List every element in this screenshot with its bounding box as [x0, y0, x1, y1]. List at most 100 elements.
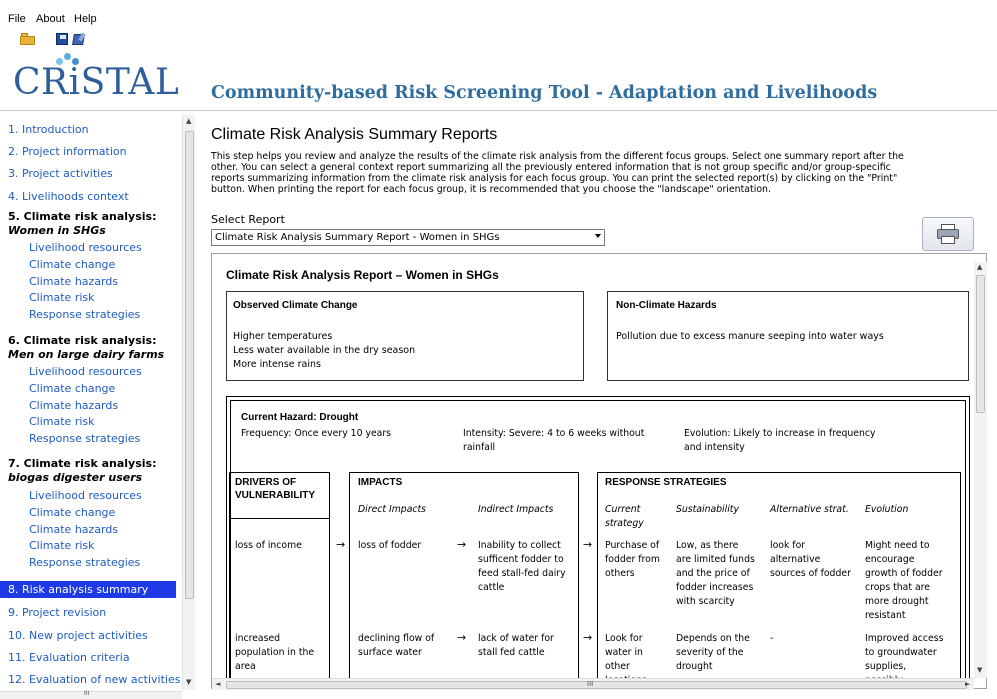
- sidebar-nav: 1. Introduction 2. Project information 3…: [0, 115, 196, 690]
- hazard-intensity-1: Intensity: Severe: 4 to 6 weeks without: [463, 428, 645, 439]
- row2-driver: increased population in the area: [235, 632, 314, 674]
- report-vertical-scrollbar[interactable]: ▲ ▼: [974, 262, 987, 678]
- observed-list: Higher temperatures Less water available…: [233, 330, 415, 372]
- scroll-up-icon[interactable]: ▲: [186, 117, 191, 125]
- nav-6-response-strategies[interactable]: Response strategies: [29, 432, 140, 445]
- nav-7-climate-change[interactable]: Climate change: [29, 506, 115, 519]
- nav-group-7-title[interactable]: 7. Climate risk analysis:: [8, 457, 156, 471]
- evolution-header: Evolution: [865, 504, 909, 515]
- cell-line: with scarcity: [676, 596, 735, 607]
- cell-line: more drought: [865, 596, 929, 607]
- nav-7-climate-risk[interactable]: Climate risk: [29, 539, 95, 552]
- report-vscroll-thumb[interactable]: [976, 275, 985, 413]
- print-button[interactable]: [922, 217, 974, 251]
- cell-line: look for: [770, 540, 806, 551]
- report-hscroll-thumb[interactable]: [226, 681, 967, 689]
- scroll-up-icon[interactable]: ▲: [977, 263, 982, 271]
- sidebar-hscrollbar[interactable]: III: [0, 690, 182, 699]
- save-as-icon[interactable]: [72, 32, 89, 46]
- nav-5-climate-change[interactable]: Climate change: [29, 258, 115, 271]
- cell-line: feed stall-fed dairy: [478, 568, 566, 579]
- cell-line: Might need to: [865, 540, 930, 551]
- report-hscroll-grip: III: [587, 680, 594, 688]
- nav-group-7-subtitle: biogas digester users: [8, 471, 143, 484]
- responses-header: RESPONSE STRATEGIES: [605, 477, 727, 488]
- nav-5-climate-risk[interactable]: Climate risk: [29, 291, 95, 304]
- app-logo: CRiSTAL: [13, 62, 180, 103]
- sidebar-scrollbar[interactable]: ▲ ▼: [182, 115, 195, 690]
- observed-item: More intense rains: [233, 359, 321, 370]
- nav-new-project-activities[interactable]: 10. New project activities: [8, 629, 148, 642]
- nav-5-climate-hazards[interactable]: Climate hazards: [29, 275, 118, 288]
- scroll-right-icon[interactable]: ►: [965, 680, 970, 688]
- sidebar-scroll-thumb[interactable]: [185, 131, 194, 599]
- arrow-icon: →: [457, 538, 467, 551]
- observed-item: Less water available in the dry season: [233, 345, 416, 356]
- cell-line: resistant: [865, 610, 906, 621]
- report-horizontal-scrollbar[interactable]: ◄ III ►: [212, 678, 974, 690]
- cell-line: Look for: [605, 633, 643, 644]
- nav-5-livelihood-resources[interactable]: Livelihood resources: [29, 241, 142, 254]
- menu-file[interactable]: File: [8, 13, 26, 25]
- intro-line: This step helps you review and analyze t…: [211, 151, 904, 162]
- nav-project-revision[interactable]: 9. Project revision: [8, 606, 106, 619]
- cell-line: others: [605, 568, 635, 579]
- hazard-evolution-2: and intensity: [684, 442, 745, 453]
- hazard-title: Current Hazard: Drought: [241, 412, 359, 423]
- scroll-down-icon[interactable]: ▼: [186, 678, 191, 686]
- hazard-frequency: Frequency: Once every 10 years: [241, 428, 392, 439]
- arrow-icon: →: [457, 631, 467, 644]
- chevron-down-icon: [595, 234, 601, 238]
- row1-driver: loss of income: [235, 540, 302, 551]
- non-climate-title: Non-Climate Hazards: [616, 300, 717, 311]
- nav-6-climate-change[interactable]: Climate change: [29, 382, 115, 395]
- cell-line: stall fed cattle: [478, 647, 545, 658]
- row1-current: Purchase of fodder from others: [605, 539, 660, 581]
- nav-6-livelihood-resources[interactable]: Livelihood resources: [29, 365, 142, 378]
- row2-indirect: lack of water for stall fed cattle: [478, 632, 554, 660]
- cell-line: declining flow of: [358, 633, 435, 644]
- nav-7-climate-hazards[interactable]: Climate hazards: [29, 523, 118, 536]
- save-icon[interactable]: [56, 33, 72, 46]
- nav-livelihoods-context[interactable]: 4. Livelihoods context: [8, 190, 129, 203]
- arrow-icon: →: [336, 538, 346, 551]
- nav-7-response-strategies[interactable]: Response strategies: [29, 556, 140, 569]
- report-title: Climate Risk Analysis Report – Women in …: [226, 268, 499, 282]
- nav-6-climate-hazards[interactable]: Climate hazards: [29, 399, 118, 412]
- folder-open-icon[interactable]: [20, 33, 36, 46]
- intro-line: reports summarizing information from the…: [211, 173, 898, 184]
- nav-project-activities[interactable]: 3. Project activities: [8, 167, 113, 180]
- cell-line: fodder from: [605, 554, 660, 565]
- nav-group-5-subtitle: Women in SHGs: [8, 224, 106, 237]
- intro-text: This step helps you review and analyze t…: [211, 151, 979, 195]
- indirect-impacts-header: Indirect Impacts: [478, 504, 554, 515]
- scroll-left-icon[interactable]: ◄: [215, 680, 220, 688]
- non-climate-text: Pollution due to excess manure seeping i…: [616, 331, 884, 342]
- nav-7-livelihood-resources[interactable]: Livelihood resources: [29, 489, 142, 502]
- current-strategy-header-1: Current: [605, 504, 641, 515]
- cell-line: population in the: [235, 647, 315, 658]
- nav-5-response-strategies[interactable]: Response strategies: [29, 308, 140, 321]
- cell-line: sources of fodder: [770, 568, 851, 579]
- cell-line: and the price of: [676, 568, 750, 579]
- nav-group-5-title[interactable]: 5. Climate risk analysis:: [8, 210, 156, 224]
- header-divider: [0, 110, 997, 111]
- scroll-down-icon[interactable]: ▼: [977, 666, 982, 674]
- current-strategy-header-2: strategy: [605, 518, 644, 529]
- menu-help[interactable]: Help: [74, 13, 97, 25]
- observed-item: Higher temperatures: [233, 331, 333, 342]
- nav-group-6-subtitle: Men on large dairy farms: [8, 348, 165, 361]
- nav-introduction[interactable]: 1. Introduction: [8, 123, 89, 136]
- nav-group-6-title[interactable]: 6. Climate risk analysis:: [8, 334, 156, 348]
- nav-risk-analysis-summary[interactable]: 8. Risk analysis summary: [0, 581, 176, 598]
- report-select-value: Climate Risk Analysis Summary Report - W…: [215, 232, 500, 243]
- menu-about[interactable]: About: [36, 13, 65, 25]
- nav-6-climate-risk[interactable]: Climate risk: [29, 415, 95, 428]
- row2-direct: declining flow of surface water: [358, 632, 434, 660]
- nav-evaluation-new-activities[interactable]: 12. Evaluation of new activities: [8, 673, 180, 686]
- intro-line: button. When printing the report for eac…: [211, 184, 771, 195]
- row1-direct: loss of fodder: [358, 540, 422, 551]
- nav-evaluation-criteria[interactable]: 11. Evaluation criteria: [8, 651, 130, 664]
- nav-project-information[interactable]: 2. Project information: [8, 145, 127, 158]
- report-select[interactable]: Climate Risk Analysis Summary Report - W…: [211, 229, 605, 246]
